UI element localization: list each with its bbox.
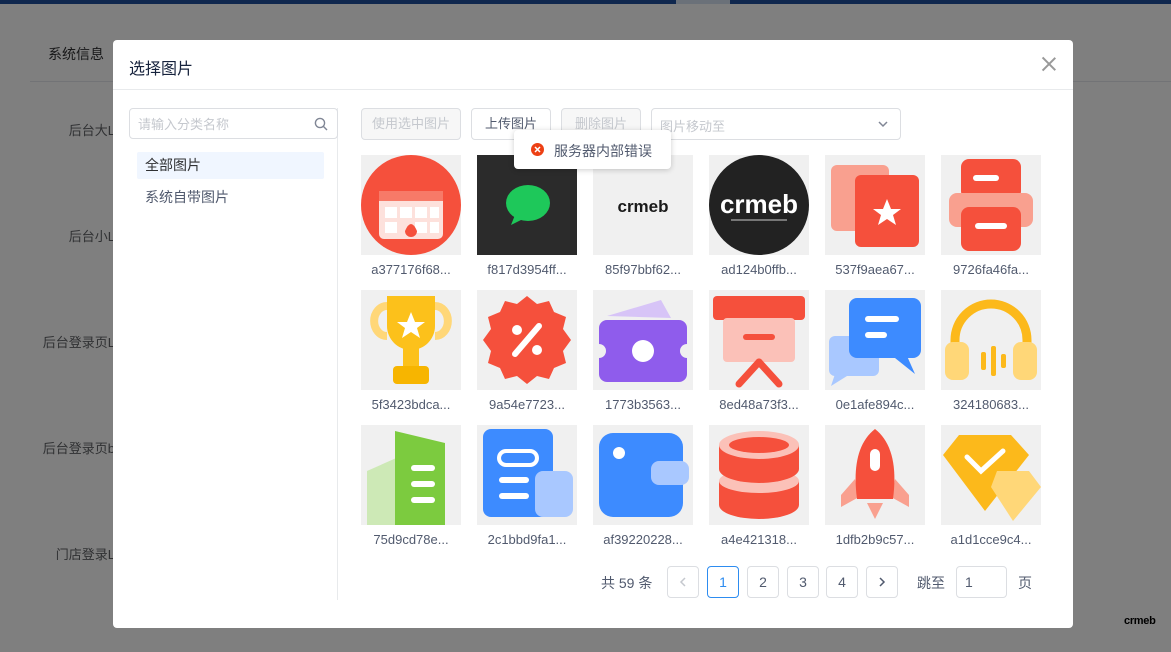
logo-text: crmeb (617, 197, 668, 216)
diamond-icon (941, 425, 1041, 525)
modal-header: 选择图片 (113, 40, 1073, 90)
error-toast: 服务器内部错误 (514, 130, 671, 169)
category-sidebar: 全部图片 系统自带图片 (129, 108, 338, 600)
page-3-button[interactable]: 3 (787, 566, 819, 598)
image-name: 1dfb2b9c57... (835, 532, 915, 547)
image-item[interactable]: 8ed48a73f3... (709, 290, 809, 412)
image-item[interactable]: 0e1afe894c... (825, 290, 925, 412)
blue-wallet-icon (593, 425, 693, 525)
discount-badge-icon (477, 290, 577, 390)
headphones-icon (941, 290, 1041, 390)
prev-page-button[interactable] (667, 566, 699, 598)
image-item[interactable]: af39220228... (593, 425, 693, 547)
image-item[interactable]: 9726fa46fa... (941, 155, 1041, 277)
trophy-icon (361, 290, 461, 390)
category-search-input[interactable] (138, 115, 308, 133)
image-name: f817d3954ff... (487, 262, 567, 277)
printer-icon (941, 155, 1041, 255)
category-system-images[interactable]: 系统自带图片 (137, 184, 324, 211)
jump-page-input[interactable] (956, 566, 1007, 598)
calendar-icon (361, 155, 461, 255)
image-item[interactable]: crmeb 85f97bbf62... (593, 155, 693, 277)
chevron-down-icon (878, 121, 888, 128)
page-2-button[interactable]: 2 (747, 566, 779, 598)
building-icon (361, 425, 461, 525)
image-name: 1773b3563... (605, 397, 681, 412)
image-item[interactable]: crmeb ad124b0ffb... (709, 155, 809, 277)
image-name: 9a54e7723... (489, 397, 565, 412)
image-name: 8ed48a73f3... (719, 397, 799, 412)
wallet-icon (593, 290, 693, 390)
select-image-modal: 选择图片 全部图片 系统自带图片 使用选中图片 上传图片 删除图片 图片移动至 … (113, 40, 1073, 628)
error-icon (531, 143, 544, 156)
image-item[interactable]: 1773b3563... (593, 290, 693, 412)
jump-label: 跳至 (917, 575, 945, 591)
use-selected-button[interactable]: 使用选中图片 (361, 108, 461, 140)
image-item[interactable]: 537f9aea67... (825, 155, 925, 277)
image-name: 5f3423bdca... (371, 397, 451, 412)
image-name: 324180683... (953, 397, 1029, 412)
image-item[interactable]: a4e421318... (709, 425, 809, 547)
total-count: 共 59 条 (601, 575, 653, 591)
image-name: 0e1afe894c... (835, 397, 915, 412)
page-4-button[interactable]: 4 (826, 566, 858, 598)
chevron-left-icon (679, 577, 686, 587)
favorite-card-icon (825, 155, 925, 255)
search-icon[interactable] (314, 117, 328, 131)
image-item[interactable]: 1dfb2b9c57... (825, 425, 925, 547)
image-name: 75d9cd78e... (373, 532, 449, 547)
image-name: ad124b0ffb... (721, 262, 797, 277)
image-item[interactable]: f817d3954ff... (477, 155, 577, 277)
close-icon[interactable] (1039, 54, 1059, 74)
image-name: 2c1bbd9fa1... (487, 532, 567, 547)
category-search (129, 108, 338, 139)
image-name: af39220228... (603, 532, 683, 547)
image-item[interactable]: 2c1bbd9fa1... (477, 425, 577, 547)
image-name: a377176f68... (371, 262, 451, 277)
chat-bubbles-icon (825, 290, 925, 390)
presentation-icon (709, 290, 809, 390)
category-all-images[interactable]: 全部图片 (137, 152, 324, 179)
crmeb-logo-dark: crmeb (709, 155, 809, 255)
modal-title: 选择图片 (129, 61, 194, 78)
image-item[interactable]: 5f3423bdca... (361, 290, 461, 412)
next-page-button[interactable] (866, 566, 898, 598)
toast-message: 服务器内部错误 (554, 143, 652, 159)
document-icon (477, 425, 577, 525)
logo-text: crmeb (720, 189, 798, 219)
rocket-icon (825, 425, 925, 525)
image-name: 537f9aea67... (835, 262, 915, 277)
move-to-select[interactable]: 图片移动至 (651, 108, 901, 140)
database-icon (709, 425, 809, 525)
image-name: a1d1cce9c4... (950, 532, 1032, 547)
image-name: 9726fa46fa... (953, 262, 1029, 277)
image-item[interactable]: a377176f68... (361, 155, 461, 277)
page-1-button[interactable]: 1 (707, 566, 739, 598)
image-name: 85f97bbf62... (605, 262, 681, 277)
image-item[interactable]: 9a54e7723... (477, 290, 577, 412)
crmeb-logo-light: crmeb (593, 155, 693, 255)
wechat-icon (477, 155, 577, 255)
image-item[interactable]: 75d9cd78e... (361, 425, 461, 547)
image-name: a4e421318... (721, 532, 797, 547)
page-unit-label: 页 (1018, 575, 1032, 591)
image-item[interactable]: a1d1cce9c4... (941, 425, 1041, 547)
chevron-right-icon (879, 577, 886, 587)
image-item[interactable]: 324180683... (941, 290, 1041, 412)
